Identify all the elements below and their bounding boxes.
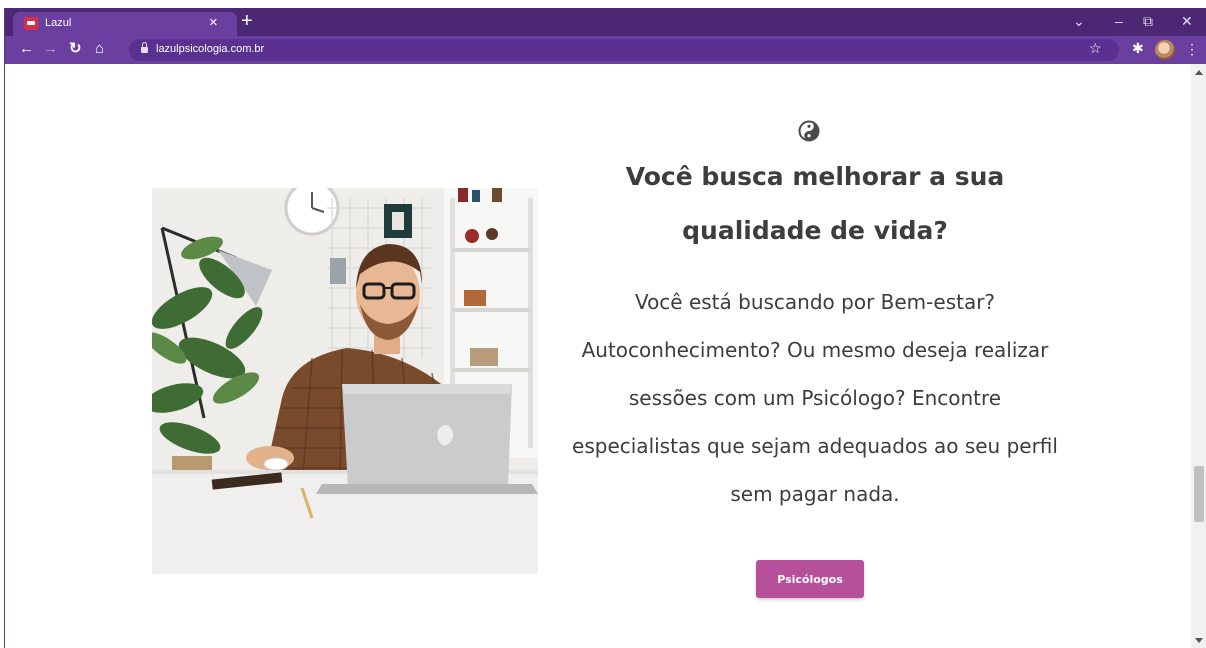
restore-icon[interactable]: ⧉ <box>1143 11 1153 31</box>
tab-title: Lazul <box>45 17 72 29</box>
close-window-icon[interactable]: ✕ <box>1181 11 1193 31</box>
browser-tab[interactable]: Lazul × <box>13 12 237 36</box>
forward-icon[interactable]: → <box>43 40 58 58</box>
page-headline: Você busca melhorar a sua qualidade de v… <box>625 162 1005 245</box>
intro-paragraph: Você está buscando por Bem-estar? Autoco… <box>572 290 1058 506</box>
minimize-icon[interactable]: – <box>1115 11 1123 31</box>
vertical-scrollbar[interactable] <box>1191 64 1206 648</box>
browser-window: Lazul × + ⌄ – ⧉ ✕ ← → ↻ ⌂ lazulpsicologi… <box>4 8 1206 648</box>
bookmark-star-icon[interactable]: ☆ <box>1089 40 1102 57</box>
tab-search-icon[interactable]: ⌄ <box>1073 11 1085 31</box>
page-viewport: Você busca melhorar a sua qualidade de v… <box>5 64 1191 648</box>
tab-strip: Lazul × + ⌄ – ⧉ ✕ <box>5 8 1206 36</box>
favicon-icon <box>24 17 38 30</box>
lock-icon[interactable] <box>141 42 148 54</box>
back-icon[interactable]: ← <box>19 40 34 58</box>
figure-caption-clipped <box>0 0 1206 8</box>
profile-avatar[interactable] <box>1155 40 1175 60</box>
yin-yang-icon <box>798 120 820 142</box>
reload-icon[interactable]: ↻ <box>69 40 82 58</box>
new-tab-button[interactable]: + <box>241 9 253 33</box>
scroll-up-arrow-icon[interactable] <box>1195 70 1203 75</box>
url-text: lazulpsicologia.com.br <box>156 43 265 55</box>
scroll-thumb[interactable] <box>1194 466 1204 522</box>
scroll-down-arrow-icon[interactable] <box>1195 638 1203 643</box>
psicologos-button[interactable]: Psicólogos <box>756 560 864 598</box>
browser-toolbar: ← → ↻ ⌂ lazulpsicologia.com.br ☆ <box>5 36 1206 64</box>
close-tab-icon[interactable]: × <box>209 15 218 31</box>
address-bar[interactable]: lazulpsicologia.com.br ☆ <box>129 39 1119 61</box>
browser-menu-icon[interactable]: ⋮ <box>1185 41 1199 57</box>
extensions-puzzle-icon[interactable]: ✱ <box>1132 40 1144 57</box>
man-working-at-laptop-photo <box>152 188 538 574</box>
home-icon[interactable]: ⌂ <box>95 40 104 58</box>
figure-caption-text <box>0 0 1206 8</box>
